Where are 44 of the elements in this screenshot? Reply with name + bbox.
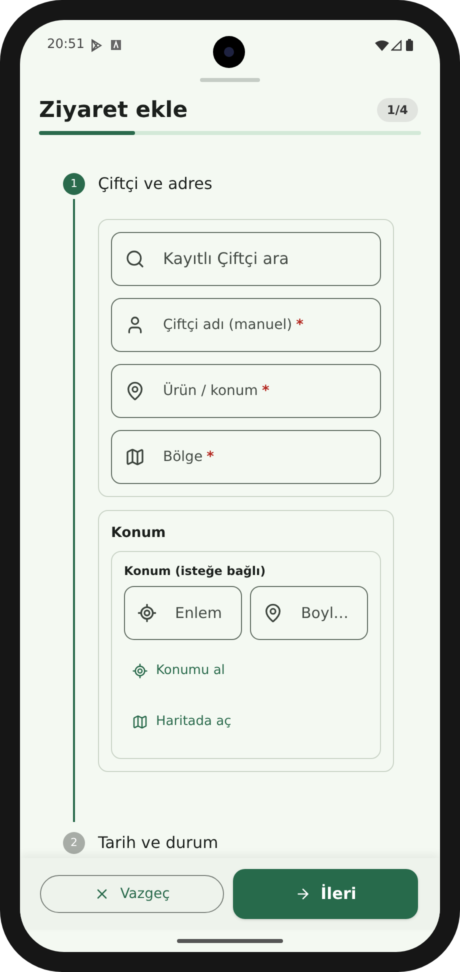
status-time: 20:51 xyxy=(47,36,84,54)
step-number: 2 xyxy=(63,832,85,854)
placeholder-text: Çiftçi adı (manuel) xyxy=(163,316,292,334)
next-button[interactable]: İleri xyxy=(233,869,418,919)
required-mark: * xyxy=(296,316,304,334)
required-mark: * xyxy=(206,448,214,466)
step-label: Tarih ve durum xyxy=(98,832,218,854)
battery-icon xyxy=(406,39,413,51)
section-title: Konum xyxy=(111,524,167,543)
search-icon xyxy=(125,249,145,269)
wifi-icon xyxy=(375,40,389,50)
placeholder-text: Kayıtlı Çiftçi ara xyxy=(163,248,289,270)
pin-icon xyxy=(263,603,283,623)
search-field[interactable]: Kayıtlı Çiftçi ara xyxy=(111,232,381,286)
drag-handle[interactable] xyxy=(200,78,260,82)
step-counter: 1/4 xyxy=(376,98,418,122)
map-icon xyxy=(125,447,145,467)
input-field[interactable]: Boyl… xyxy=(250,586,368,640)
input-field[interactable]: Bölge * xyxy=(111,430,381,484)
step-number: 1 xyxy=(63,173,85,195)
target-icon xyxy=(137,603,157,623)
open-map-link[interactable]: Haritada aç xyxy=(124,704,240,740)
step-label: Çiftçi ve adres xyxy=(98,173,212,195)
cancel-button[interactable]: Vazgeç xyxy=(40,875,224,913)
home-indicator[interactable] xyxy=(177,939,283,943)
camera-icon xyxy=(213,36,245,68)
keyboard-icon xyxy=(111,40,122,50)
play-icon xyxy=(90,38,104,52)
input-field[interactable]: Çiftçi adı (manuel) * xyxy=(111,298,381,352)
required-mark: * xyxy=(262,382,270,400)
input-field[interactable]: Ürün / konum * xyxy=(111,364,381,418)
placeholder-text: Boyl… xyxy=(301,602,349,624)
arrow-right-icon xyxy=(294,886,311,902)
panel-label: Konum (isteğe bağlı) xyxy=(124,564,267,578)
pin-icon xyxy=(125,381,145,401)
map-icon xyxy=(132,714,148,730)
signal-icon xyxy=(391,40,402,50)
page-title: Ziyaret ekle xyxy=(39,96,188,124)
placeholder-text: Bölge xyxy=(163,448,203,466)
target-icon xyxy=(132,663,148,679)
placeholder-text: Enlem xyxy=(175,602,222,624)
placeholder-text: Ürün / konum xyxy=(163,381,258,400)
input-field[interactable]: Enlem xyxy=(124,586,242,640)
locate-link[interactable]: Konumu al xyxy=(124,653,233,689)
